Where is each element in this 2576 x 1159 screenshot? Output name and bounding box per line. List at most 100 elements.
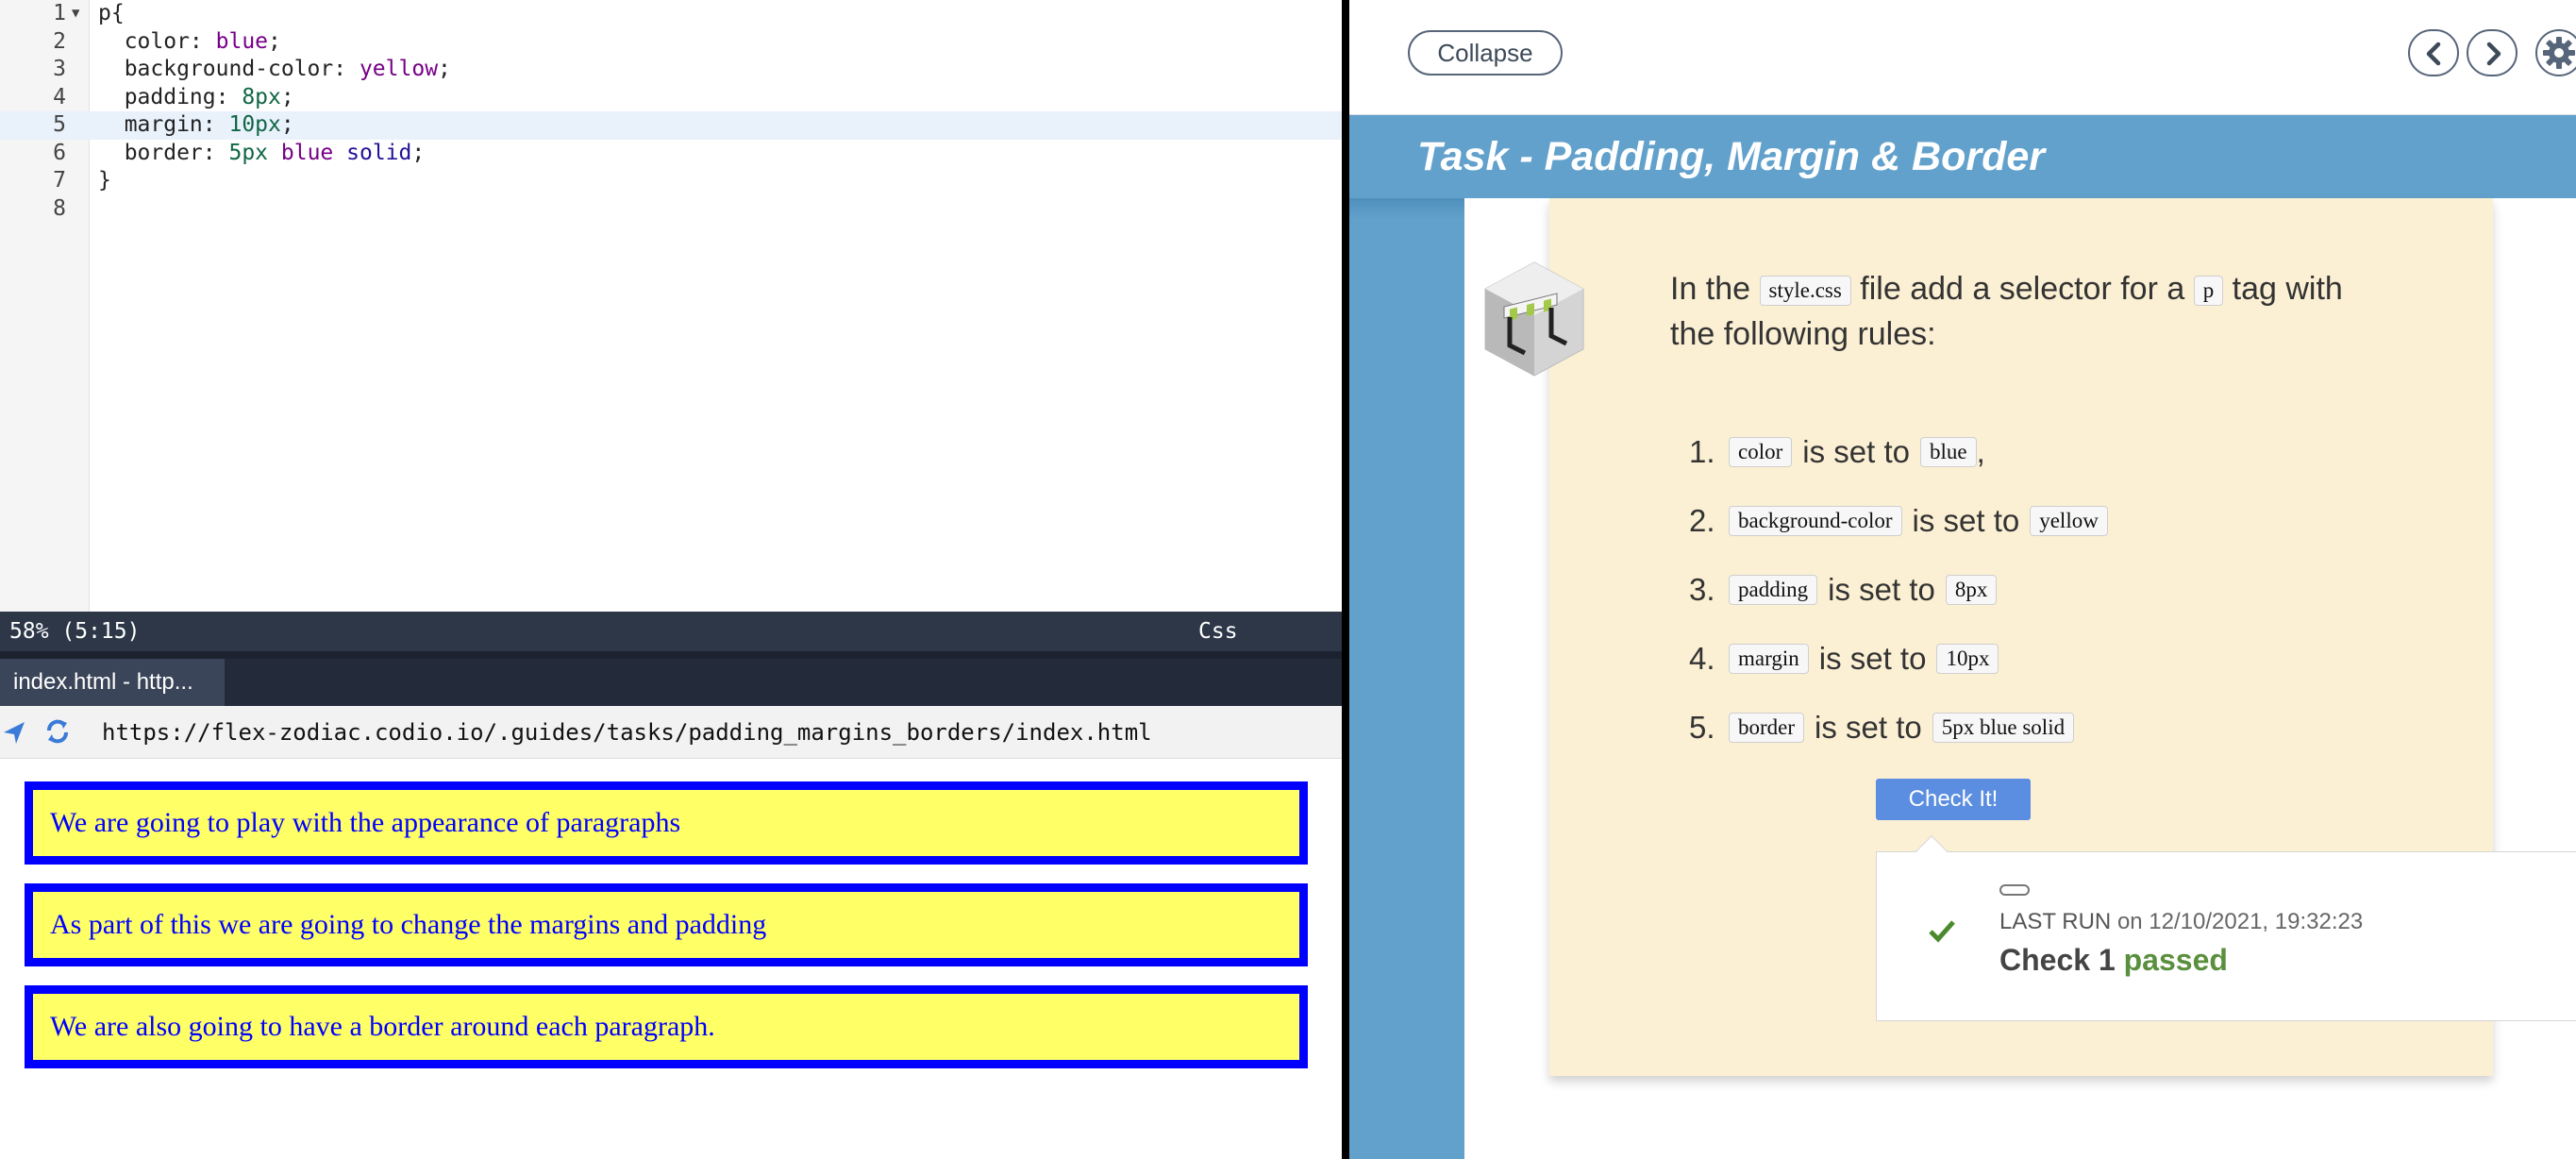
rule-value: 8px [1945,575,1998,605]
gear-icon[interactable] [2534,28,2576,77]
code-line[interactable]: 5 margin: 10px; [0,111,1342,140]
pane-divider[interactable] [0,651,1342,659]
code-tag: p [2193,276,2224,307]
code-token: solid [346,140,412,165]
intro-text: In the [1670,271,1751,307]
rule-text: is set to [1815,710,1922,745]
code-line[interactable]: 2 color: blue; [0,28,1342,57]
code-text: background-color: yellow; [98,56,451,84]
rule-value: blue [1919,437,1977,467]
language-mode[interactable]: Css [1198,612,1238,651]
rule-value: yellow [2030,506,2108,536]
rule-property: background-color [1729,506,1902,536]
code-token: ; [411,140,426,165]
last-run-label: LAST RUN [1999,909,2112,934]
rule-item: 5. border is set to 5px blue solid [1689,710,2075,746]
rule-number: 1. [1689,434,1715,469]
editor-status-bar: 58% (5:15) Css [0,612,1342,651]
code-line[interactable]: 7} [0,167,1342,195]
code-token: blue [215,28,269,54]
line-number: 7 [53,168,66,193]
code-text: color: blue; [98,28,281,57]
code-line[interactable]: 3 background-color: yellow; [0,56,1342,84]
navigate-icon[interactable] [2,719,26,746]
code-token: yellow [359,57,439,81]
cursor-position: 58% (5:15) [9,619,141,644]
preview-paragraph: We are also going to have a border aroun… [25,985,1308,1068]
collapse-button[interactable]: Collapse [1408,30,1563,76]
line-number: 2 [53,28,66,54]
code-token: margin: [98,112,229,137]
code-token: 10px [228,112,281,137]
line-number: 3 [53,57,66,81]
code-token: background-color: [98,57,360,81]
line-number: 4 [53,84,66,109]
code-token: 5px [228,140,269,165]
rule-value: 10px [1936,644,1999,674]
task-instructions: In the style.css file add a selector for… [1670,266,2387,357]
code-line[interactable]: 4 padding: 8px; [0,84,1342,112]
fold-toggle-icon[interactable]: ▼ [72,0,79,28]
task-card: In the style.css file add a selector for… [1484,198,2576,1076]
check-it-button[interactable]: Check It! [1876,779,2031,820]
code-editor[interactable]: 1 ▼ p{2 color: blue; 3 background-color: ye… [0,0,1342,612]
guide-side-band-shadow [1349,198,1464,219]
checkmark-icon [1929,920,1955,943]
rule-item: 2. background-color is set to yellow [1689,503,2108,539]
code-token: } [98,168,111,193]
result-pointer [1915,835,1948,867]
rule-text: is set to [1802,434,1910,469]
preview-paragraph: As part of this we are going to change t… [25,883,1308,966]
code-text: border: 5px blue solid; [98,140,426,168]
code-line[interactable]: 6 border: 5px blue solid; [0,140,1342,168]
check-name: Check 1 [1999,943,2116,977]
url-field[interactable]: https://flex-zodiac.codio.io/.guides/tas… [102,706,1152,759]
intro-text: file add a selector for a [1860,271,2185,307]
result-toggle[interactable] [1999,884,2030,896]
line-number: 1 [53,1,66,25]
guide-toolbar: Collapse [1349,0,2576,115]
rule-text: is set to [1818,641,1927,676]
code-token: ; [438,57,451,81]
code-token: blue [280,140,334,165]
rule-number: 5. [1689,710,1715,745]
next-button[interactable] [2467,29,2517,76]
code-filename: style.css [1759,276,1851,307]
rule-item: 4. margin is set to 10px [1689,641,1999,677]
guide-pane: Collapse Task - Padding, Margin & Border [1349,0,2576,1159]
hurdle-task-icon [1484,261,1584,377]
last-run-timestamp: on 12/10/2021, 19:32:23 [2116,909,2364,934]
rule-value: 5px blue solid [1932,713,2075,743]
rule-item: 3. padding is set to 8px [1689,572,1998,608]
code-line[interactable]: 1 ▼ p{ [0,0,1342,28]
rule-suffix: , [1976,434,1985,469]
line-number: 5 [53,112,66,137]
code-token: 8px [242,84,281,109]
guide-side-band [1349,198,1464,1159]
code-token: ; [280,112,294,137]
previous-button[interactable] [2408,29,2459,76]
preview-url-bar: https://flex-zodiac.codio.io/.guides/tas… [0,706,1342,759]
refresh-icon[interactable] [43,717,72,746]
rule-text: is set to [1912,503,2020,538]
vertical-splitter[interactable] [1342,0,1349,1159]
code-text: p{ [98,0,125,28]
rule-property: border [1729,713,1805,743]
check-result-panel: LAST RUN on 12/10/2021, 19:32:23 Check 1… [1876,835,2576,1021]
rule-property: color [1729,437,1793,467]
check-result-message: Check 1 passed [1999,943,2228,978]
code-token: ; [268,28,281,54]
left-pane: 1 ▼ p{2 color: blue; 3 background-color: ye… [0,0,1342,1159]
tab-preview[interactable]: index.html - http... [0,659,225,706]
rule-item: 1. color is set to blue, [1689,434,1985,470]
rule-property: padding [1729,575,1818,605]
code-line[interactable]: 8 [0,195,1342,224]
code-token: ; [280,84,294,109]
code-token: border: [98,140,229,165]
preview-paragraph: We are going to play with the appearance… [25,781,1308,865]
rule-number: 3. [1689,572,1715,607]
line-number: 8 [53,195,66,221]
rule-number: 4. [1689,641,1715,676]
chevron-left-icon [2426,42,2441,66]
